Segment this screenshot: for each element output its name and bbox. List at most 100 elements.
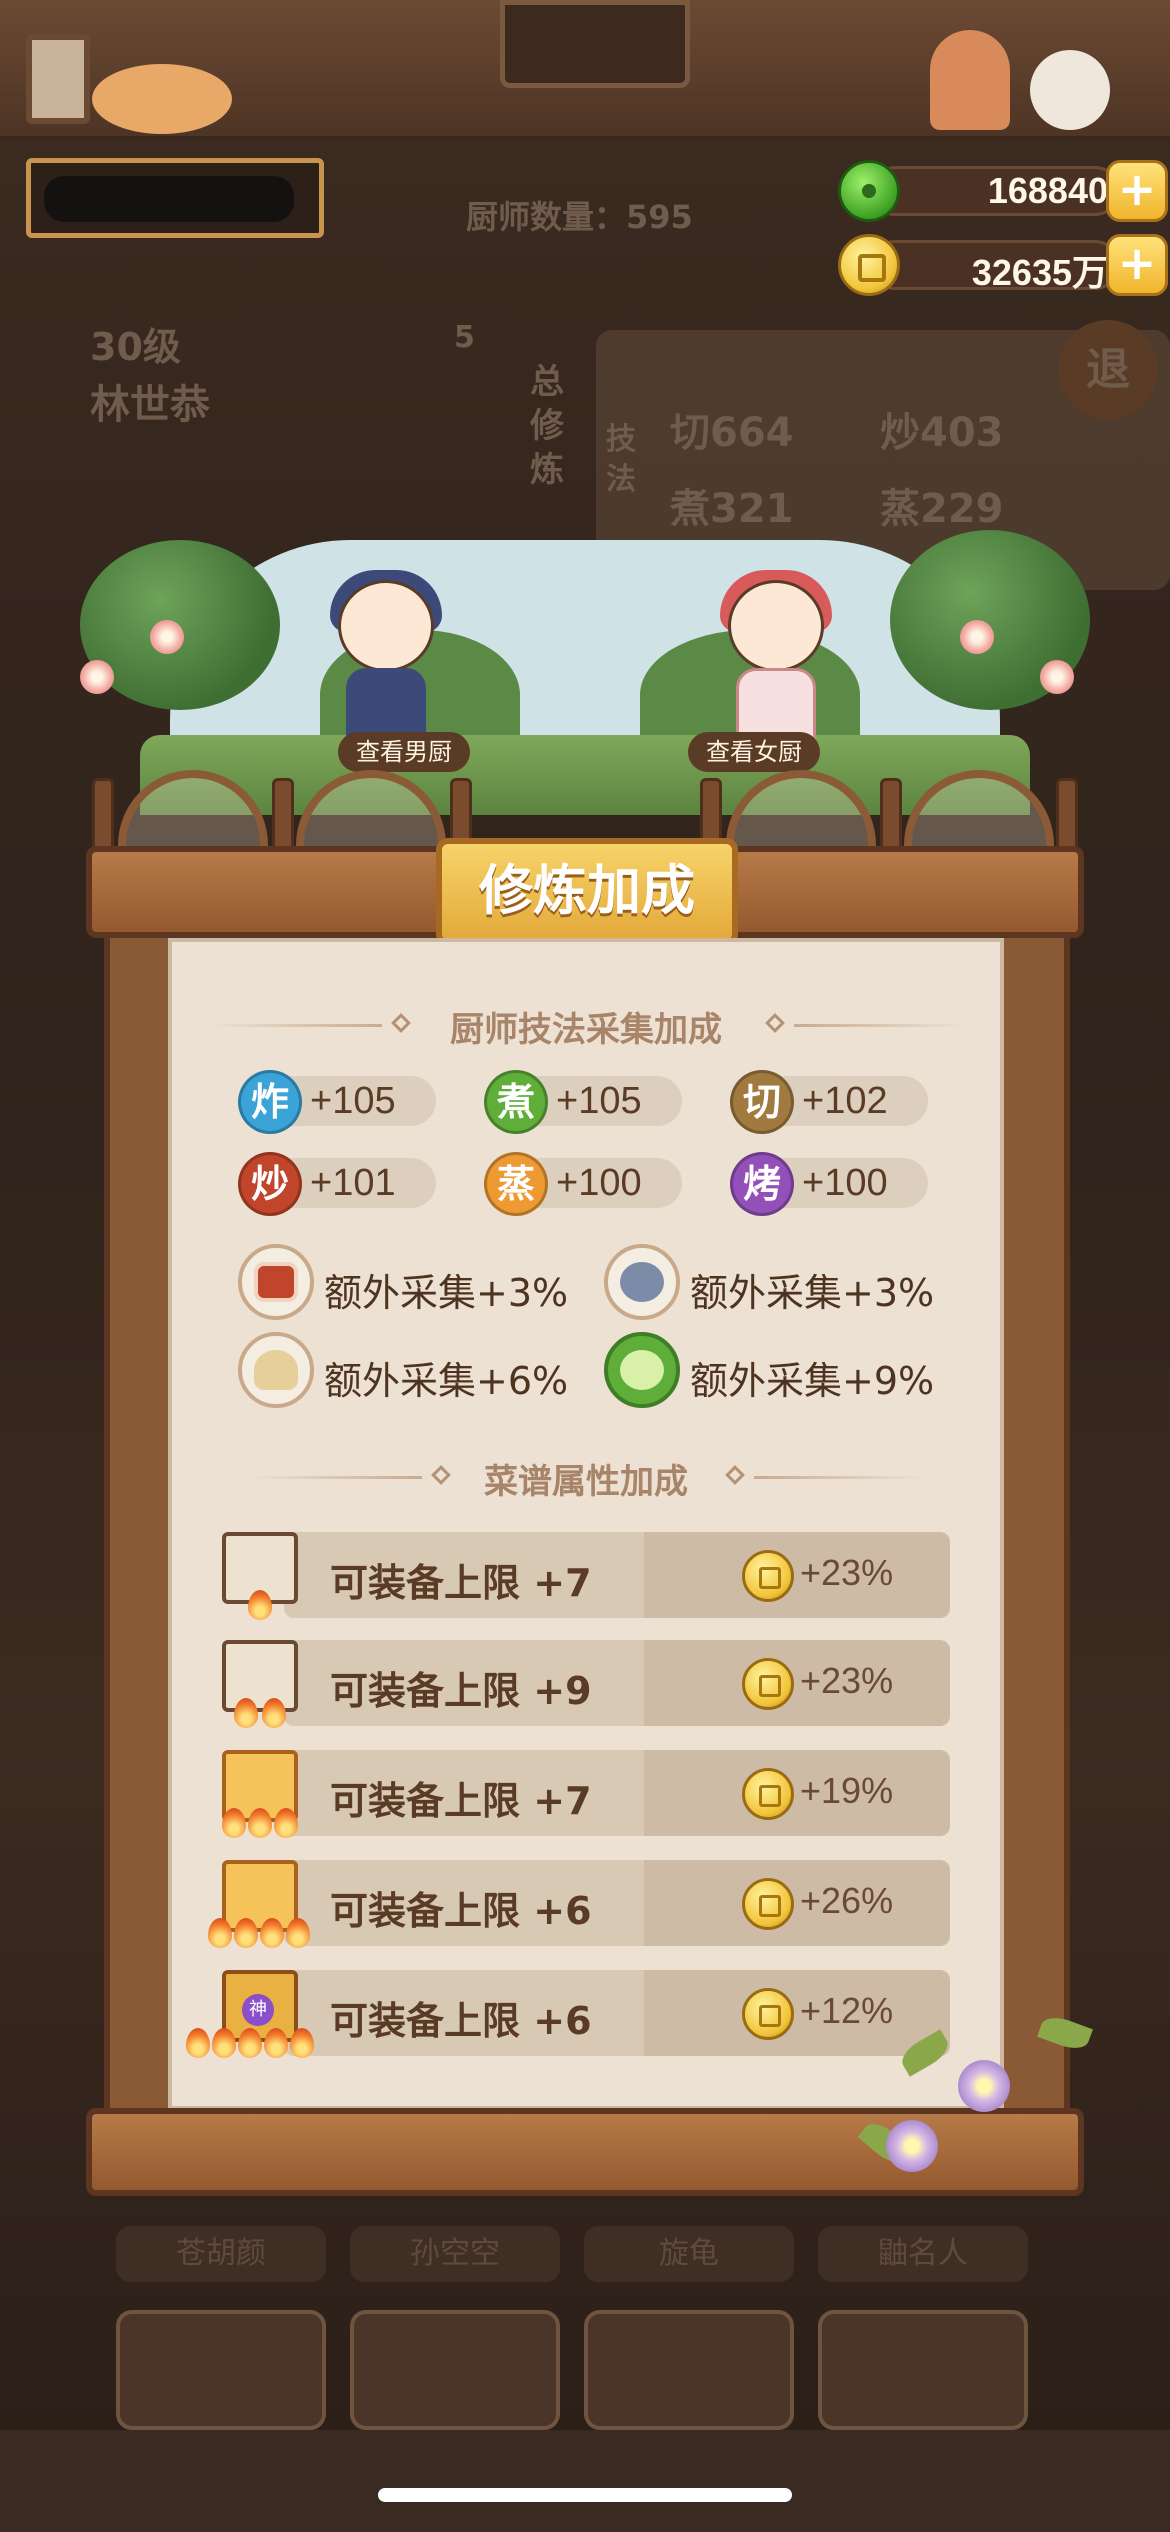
chef-card-row <box>116 2310 1036 2430</box>
blossom-icon <box>80 660 114 694</box>
coin-icon <box>742 1768 794 1820</box>
chef-card[interactable] <box>818 2310 1028 2430</box>
flame-icon <box>248 1808 272 1838</box>
view-male-chef-button[interactable]: 查看男厨 <box>338 732 470 772</box>
coin-icon <box>742 1658 794 1710</box>
divider-right <box>754 1476 924 1479</box>
coin-icon <box>742 1878 794 1930</box>
chef-card[interactable] <box>350 2310 560 2430</box>
divine-badge: 神 <box>242 1994 274 2026</box>
deep-fry-icon: 炸 <box>238 1070 302 1134</box>
skill-badge: 5 <box>454 320 475 355</box>
flame-icon <box>234 1918 258 1948</box>
cut-icon: 切 <box>730 1070 794 1134</box>
steam-icon: 蒸 <box>484 1152 548 1216</box>
flame-icon <box>262 1698 286 1728</box>
scroll-paper <box>222 1640 298 1712</box>
boil-icon: 煮 <box>484 1070 548 1134</box>
gather-bonus-flour: 额外采集+6% <box>238 1332 578 1412</box>
recipe-scroll-icon <box>214 1528 306 1620</box>
decor-picture-frame <box>26 34 90 124</box>
cat-mascot-icon <box>92 64 232 134</box>
recipe-bonus: +26% <box>800 1880 894 1921</box>
flower-icon <box>886 2120 938 2172</box>
recipe-row-tier-5: 神 可装备上限 +6 +12% <box>186 1970 950 2058</box>
flame-icon <box>274 1808 298 1838</box>
meat-icon <box>238 1244 314 1320</box>
tech-label: 技法 <box>606 422 636 497</box>
chef-card[interactable] <box>584 2310 794 2430</box>
recipe-bonus: +12% <box>800 1990 894 2031</box>
recipe-scroll-icon <box>214 1746 306 1838</box>
chef-avatar-icon <box>930 30 1010 130</box>
skill-value: +105 <box>310 1080 396 1122</box>
recipe-scroll-icon <box>214 1636 306 1728</box>
total-training-tab[interactable]: 总修炼 <box>530 360 570 492</box>
fish-icon <box>604 1244 680 1320</box>
stat-cut-value: 664 <box>710 410 794 456</box>
skill-bonus-deep-fry: 炸 +105 <box>238 1070 438 1134</box>
stat-fry: 炒403 <box>880 400 1004 458</box>
flame-icon <box>222 1808 246 1838</box>
chef-head <box>728 580 824 672</box>
skill-bonus-steam: 蒸 +100 <box>484 1152 684 1216</box>
fish-shape <box>620 1262 664 1302</box>
flame-icon <box>186 2028 210 2058</box>
recipe-label: 可装备上限 +7 <box>330 1561 592 1605</box>
recipe-label: 可装备上限 +6 <box>330 1999 592 2043</box>
skill-value: +102 <box>802 1080 888 1122</box>
chef-card[interactable] <box>116 2310 326 2430</box>
skill-bonus-cut: 切 +102 <box>730 1070 930 1134</box>
coin-icon <box>742 1988 794 2040</box>
coin-currency: 32635万 + <box>830 234 1170 296</box>
recipe-bonus: +19% <box>800 1770 894 1811</box>
coin-value: 32635万 <box>971 252 1108 293</box>
recipe-row-tier-1: 可装备上限 +7 +23% <box>214 1532 950 1620</box>
bottom-name-3: 旋龟 <box>584 2226 794 2282</box>
redacted-name <box>44 176 294 222</box>
add-jade-button[interactable]: + <box>1106 160 1168 222</box>
flower-icon <box>958 2060 1010 2112</box>
roast-icon: 烤 <box>730 1152 794 1216</box>
recipe-label: 可装备上限 +6 <box>330 1889 592 1933</box>
recipe-row-tier-4: 可装备上限 +6 +26% <box>208 1860 950 1948</box>
home-indicator[interactable] <box>378 2488 792 2502</box>
skill-value: +100 <box>556 1162 642 1204</box>
flame-icon <box>290 2028 314 2058</box>
flame-icon <box>248 1590 272 1620</box>
stat-fry-skill: 炒 <box>880 410 920 456</box>
flame-icon <box>234 1698 258 1728</box>
flame-icon <box>286 1918 310 1948</box>
recipe-scroll-icon <box>208 1856 310 1948</box>
bottom-name-2: 孙空空 <box>350 2226 560 2282</box>
recipe-bonus: +23% <box>800 1660 894 1701</box>
skill-bonus-stir-fry: 炒 +101 <box>238 1152 438 1216</box>
recipe-bonus: +23% <box>800 1552 894 1593</box>
flame-icon <box>212 2028 236 2058</box>
gather-text: 额外采集+3% <box>324 1271 569 1315</box>
coin-icon <box>838 234 900 296</box>
chef-head <box>338 580 434 672</box>
skill-bonus-roast: 烤 +100 <box>730 1152 930 1216</box>
recipe-scroll-icon: 神 <box>186 1966 314 2058</box>
meat-shape <box>254 1262 298 1302</box>
skill-bonus-boil: 煮 +105 <box>484 1070 684 1134</box>
coin-icon <box>742 1550 794 1602</box>
view-female-chef-button[interactable]: 查看女厨 <box>688 732 820 772</box>
gather-bonus-fish: 额外采集+3% <box>604 1244 944 1324</box>
stat-cut: 切664 <box>670 400 794 458</box>
vegetable-icon <box>604 1332 680 1408</box>
add-coin-button[interactable]: + <box>1106 234 1168 296</box>
flame-icon <box>264 2028 288 2058</box>
exit-button[interactable]: 退 <box>1058 320 1158 420</box>
flame-icon <box>208 1918 232 1948</box>
bottom-name-1: 苍胡颜 <box>116 2226 326 2282</box>
gather-text: 额外采集+3% <box>690 1271 935 1315</box>
skill-value: +101 <box>310 1162 396 1204</box>
stat-cut-skill: 切 <box>670 410 710 456</box>
gather-bonus-meat: 额外采集+3% <box>238 1244 578 1324</box>
jade-icon <box>838 160 900 222</box>
blossom-icon <box>1040 660 1074 694</box>
modal-title-plaque: 修炼加成 <box>436 838 738 946</box>
flame-icon <box>260 1918 284 1948</box>
